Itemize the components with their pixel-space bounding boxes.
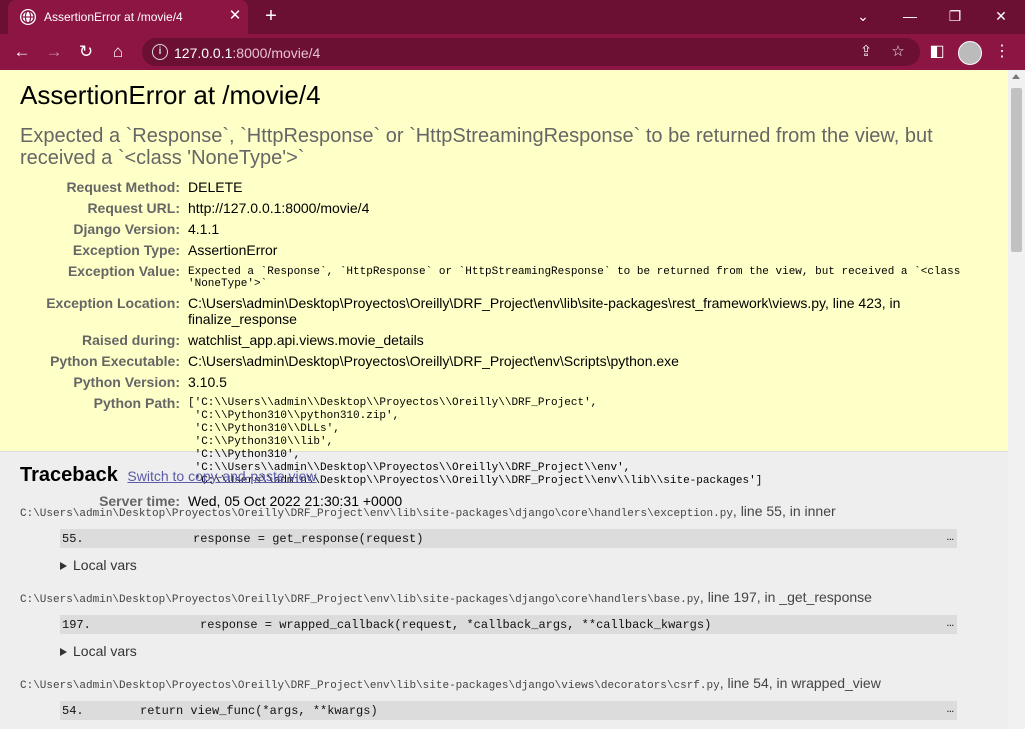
code-context-line[interactable]: 55. response = get_response(request)… (60, 529, 957, 548)
code-context-line[interactable]: 197. response = wrapped_callback(request,… (60, 615, 957, 634)
vertical-scrollbar[interactable] (1008, 70, 1025, 729)
restore-icon[interactable]: ❐ (945, 6, 965, 26)
home-icon[interactable]: ⌂ (106, 41, 130, 63)
browser-toolbar: ← → ↻ ⌂ i 127.0.0.1:8000/movie/4 ⇪ ☆ ◧ ⋮ (0, 34, 1025, 70)
meta-row: Request URL: http://127.0.0.1:8000/movie/… (87, 200, 370, 216)
url-text: 127.0.0.1:8000/movie/4 (174, 45, 321, 61)
exception-value-heading: Expected a `Response`, `HttpResponse` or… (20, 125, 933, 169)
scroll-up-icon[interactable] (1012, 74, 1020, 79)
menu-kebab-icon[interactable]: ⋮ (991, 41, 1013, 63)
bookmark-star-icon[interactable]: ☆ (888, 42, 908, 62)
meta-row: Exception Location: C:\Users\admin\Deskto… (46, 295, 901, 327)
meta-row: Python Version: 3.10.5 (73, 374, 227, 390)
back-icon[interactable]: ← (10, 41, 34, 63)
meta-row: Python Executable: C:\Users\admin\Desktop… (50, 353, 679, 369)
triangle-right-icon (60, 562, 67, 570)
meta-row: Django Version: 4.1.1 (73, 221, 220, 237)
frame-location: C:\Users\admin\Desktop\Proyectos\Oreilly… (20, 675, 881, 692)
minimize-icon[interactable]: — (900, 6, 920, 26)
frame-location: C:\Users\admin\Desktop\Proyectos\Oreilly… (20, 589, 872, 606)
globe-icon (20, 9, 36, 25)
page-content: AssertionError at /movie/4 Expected a `R… (0, 70, 1008, 729)
tab-title: AssertionError at /movie/4 (44, 10, 183, 24)
frame-location: C:\Users\admin\Desktop\Proyectos\Oreilly… (20, 503, 836, 520)
meta-row: Exception Type: AssertionError (72, 242, 278, 258)
site-info-icon[interactable]: i (152, 44, 168, 60)
address-bar[interactable]: i 127.0.0.1:8000/movie/4 ⇪ ☆ (142, 38, 920, 66)
expand-ellipsis[interactable]: … (947, 702, 954, 716)
tab-strip: AssertionError at /movie/4 ✕ + ⌄ — ❐ ✕ (0, 0, 1025, 34)
meta-row: Exception Value: Expected a `Response`, `… (67, 263, 961, 290)
close-window-icon[interactable]: ✕ (991, 6, 1011, 26)
meta-row: Request Method: DELETE (66, 179, 243, 195)
meta-row: Raised during: watchlist_app.api.views.mo… (81, 332, 424, 348)
forward-icon[interactable]: → (42, 41, 66, 63)
expand-ellipsis[interactable]: … (947, 530, 954, 544)
error-summary: AssertionError at /movie/4 Expected a `R… (0, 70, 1008, 509)
reload-icon[interactable]: ↻ (74, 41, 98, 63)
close-tab-icon[interactable]: ✕ (226, 7, 244, 25)
local-vars-toggle[interactable]: Local vars (60, 643, 988, 659)
share-icon[interactable]: ⇪ (856, 42, 876, 62)
scrollbar-thumb[interactable] (1011, 88, 1022, 252)
side-panel-icon[interactable]: ◧ (926, 41, 948, 63)
tab-search-icon[interactable]: ⌄ (853, 6, 873, 26)
page-title: AssertionError at /movie/4 (20, 80, 321, 110)
new-tab-button[interactable]: + (260, 5, 282, 27)
expand-ellipsis[interactable]: … (947, 616, 954, 630)
profile-avatar[interactable] (958, 41, 982, 65)
code-context-line[interactable]: 54. return view_func(*args, **kwargs)… (60, 701, 957, 720)
switch-view-link[interactable]: Switch to copy-and-paste view (127, 468, 316, 484)
local-vars-toggle[interactable]: Local vars (60, 557, 988, 573)
browser-tab[interactable]: AssertionError at /movie/4 ✕ (8, 0, 248, 34)
triangle-right-icon (60, 648, 67, 656)
